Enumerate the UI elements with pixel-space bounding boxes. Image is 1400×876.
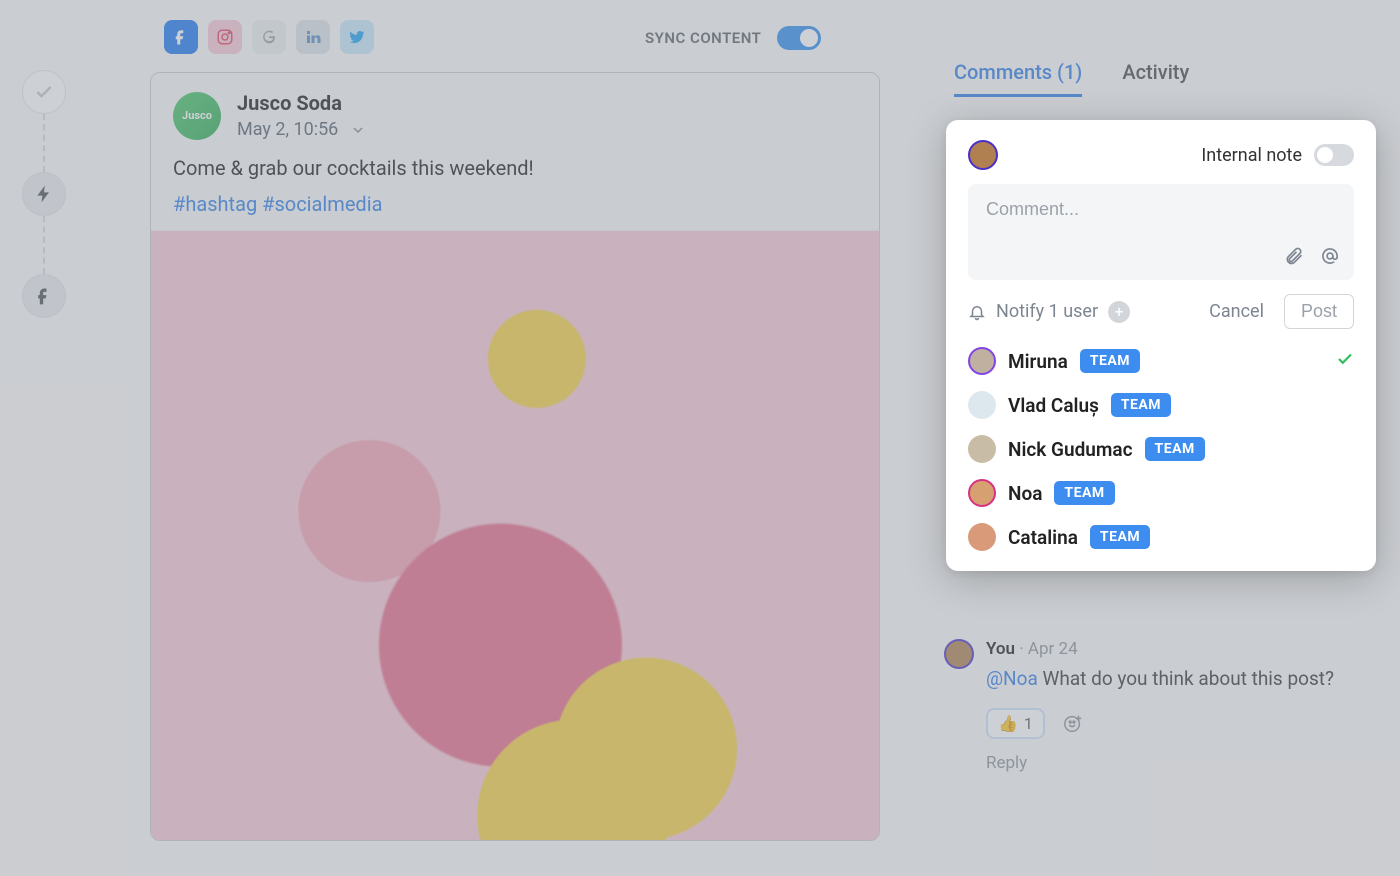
- user-name: Catalina: [1008, 526, 1078, 549]
- mention-button[interactable]: [1320, 246, 1340, 270]
- reply-button[interactable]: Reply: [986, 753, 1340, 773]
- tab-comments[interactable]: Comments (1): [954, 60, 1082, 97]
- check-icon: [34, 82, 54, 102]
- platform-linkedin[interactable]: [296, 20, 330, 54]
- add-reaction-button[interactable]: [1059, 709, 1087, 737]
- post-image[interactable]: [151, 230, 879, 840]
- timeline-step-facebook[interactable]: [22, 274, 66, 318]
- current-user-avatar: [968, 140, 998, 170]
- platform-facebook[interactable]: [164, 20, 198, 54]
- platform-google[interactable]: [252, 20, 286, 54]
- author-name: Jusco Soda: [237, 91, 366, 115]
- avatar: [968, 391, 996, 419]
- reaction-emoji: 👍: [998, 714, 1018, 733]
- at-icon: [1320, 246, 1340, 266]
- google-icon: [260, 28, 278, 46]
- notify-label: Notify 1 user: [996, 301, 1098, 322]
- avatar: [968, 347, 996, 375]
- notify-user-noa[interactable]: Noa TEAM: [968, 479, 1354, 507]
- user-name: Miruna: [1008, 350, 1068, 373]
- internal-note-toggle[interactable]: [1314, 144, 1354, 166]
- post-hashtags[interactable]: #hashtag #socialmedia: [173, 192, 857, 216]
- post-header: Jusco Jusco Soda May 2, 10:56 Come & gra…: [151, 73, 879, 230]
- timeline-step-approve[interactable]: [22, 70, 66, 114]
- comment-reactions: 👍 1: [986, 708, 1340, 739]
- reaction-thumbs-up[interactable]: 👍 1: [986, 708, 1045, 739]
- bolt-icon: [34, 184, 54, 204]
- notify-user-miruna[interactable]: Miruna TEAM: [968, 347, 1354, 375]
- workflow-timeline: [20, 70, 68, 318]
- platform-instagram[interactable]: [208, 20, 242, 54]
- instagram-icon: [216, 28, 234, 46]
- bell-icon: [968, 303, 986, 321]
- platform-twitter[interactable]: [340, 20, 374, 54]
- comment-compose-popup: Internal note Notify 1: [946, 120, 1376, 571]
- team-badge: TEAM: [1090, 525, 1150, 549]
- team-badge: TEAM: [1145, 437, 1205, 461]
- comment-date: · Apr 24: [1019, 639, 1077, 659]
- comment-panel: Internal note Notify 1: [946, 120, 1376, 571]
- post-date: May 2, 10:56: [237, 119, 338, 140]
- right-tabs: Comments (1) Activity: [940, 60, 1400, 97]
- comment-input-area[interactable]: [968, 184, 1354, 280]
- timeline-connector: [43, 216, 45, 274]
- notify-user-catalina[interactable]: Catalina TEAM: [968, 523, 1354, 551]
- notify-user-vlad[interactable]: Vlad Caluș TEAM: [968, 391, 1354, 419]
- internal-note-label: Internal note: [1201, 145, 1302, 166]
- user-name: Vlad Caluș: [1008, 394, 1099, 417]
- app-root: { "timeline": { "step1_icon": "check", "…: [0, 0, 1400, 876]
- comment-input-tools: [1284, 246, 1340, 270]
- facebook-icon: [172, 28, 190, 46]
- comment-body: @Noa What do you think about this post?: [986, 665, 1340, 694]
- add-notify-user[interactable]: +: [1108, 301, 1130, 323]
- panel-header: Internal note: [968, 140, 1354, 170]
- linkedin-icon: [304, 28, 322, 46]
- team-badge: TEAM: [1054, 481, 1114, 505]
- post-date-picker[interactable]: May 2, 10:56: [237, 119, 366, 140]
- comment-input[interactable]: [984, 198, 1338, 221]
- timeline-connector: [43, 114, 45, 172]
- user-name: Nick Gudumac: [1008, 438, 1133, 461]
- notify-user-nick[interactable]: Nick Gudumac TEAM: [968, 435, 1354, 463]
- post-body-text[interactable]: Come & grab our cocktails this weekend!: [173, 156, 857, 180]
- panel-actions: Notify 1 user + Cancel Post: [968, 294, 1354, 329]
- main-column: Jusco Jusco Soda May 2, 10:56 Come & gra…: [150, 18, 880, 841]
- comment-item: You · Apr 24 @Noa What do you think abou…: [940, 639, 1340, 773]
- post-author: Jusco Jusco Soda May 2, 10:56: [173, 91, 857, 140]
- comment-author: You: [986, 639, 1015, 659]
- notify-user-list: Miruna TEAM Vlad Caluș TEAM Nick Gudumac…: [968, 347, 1354, 551]
- post-card: Jusco Jusco Soda May 2, 10:56 Come & gra…: [150, 72, 880, 841]
- author-avatar: Jusco: [173, 92, 221, 140]
- reaction-count: 1: [1024, 714, 1033, 733]
- team-badge: TEAM: [1080, 349, 1140, 373]
- check-icon: [1336, 350, 1354, 368]
- sync-toggle[interactable]: [777, 26, 821, 50]
- facebook-icon: [34, 286, 54, 306]
- internal-note-control: Internal note: [1201, 144, 1354, 166]
- notify-users[interactable]: Notify 1 user +: [968, 301, 1130, 323]
- comment-header: You · Apr 24: [986, 639, 1340, 659]
- chevron-down-icon: [350, 122, 366, 138]
- add-emoji-icon: [1062, 712, 1084, 734]
- avatar: [968, 435, 996, 463]
- cancel-button[interactable]: Cancel: [1209, 301, 1264, 322]
- comment-author-avatar: [944, 639, 974, 669]
- avatar: [968, 523, 996, 551]
- twitter-icon: [348, 28, 366, 46]
- post-button[interactable]: Post: [1284, 294, 1354, 329]
- comment-mention[interactable]: @Noa: [986, 667, 1038, 690]
- sync-label: SYNC CONTENT: [645, 29, 761, 47]
- comment-text: What do you think about this post?: [1043, 667, 1334, 690]
- tab-activity[interactable]: Activity: [1122, 60, 1189, 97]
- sync-content-control: SYNC CONTENT: [645, 26, 821, 50]
- timeline-step-bolt[interactable]: [22, 172, 66, 216]
- team-badge: TEAM: [1111, 393, 1171, 417]
- attach-button[interactable]: [1284, 246, 1304, 270]
- avatar: [968, 479, 996, 507]
- selected-check: [1336, 350, 1354, 372]
- paperclip-icon: [1284, 246, 1304, 266]
- user-name: Noa: [1008, 482, 1042, 505]
